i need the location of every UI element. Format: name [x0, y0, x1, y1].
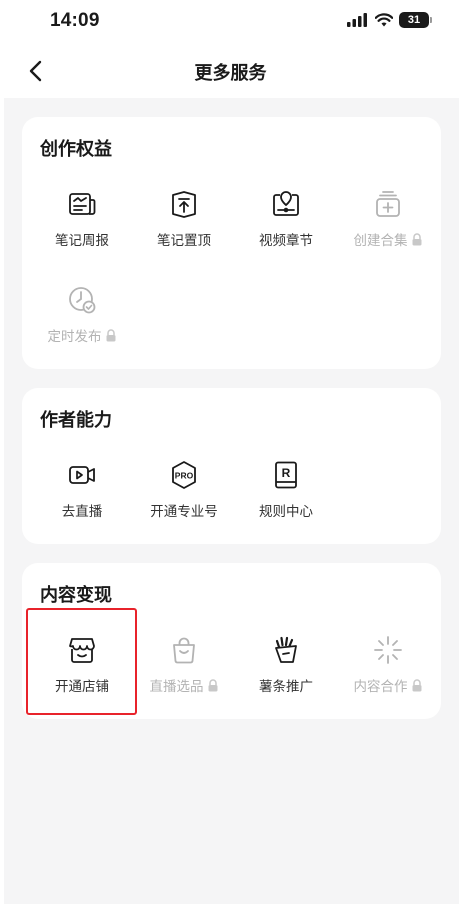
service-item-pin-top[interactable]: 笔记置顶	[132, 189, 236, 269]
scheduled-publish-icon	[69, 287, 96, 314]
service-item-create-collection[interactable]: 创建合集	[336, 189, 440, 269]
service-item-label: 定时发布	[47, 329, 102, 345]
service-item-pro-account[interactable]: PRO 开通专业号	[132, 460, 236, 540]
shop-icon	[69, 638, 95, 663]
video-chapter-icon	[273, 191, 299, 216]
battery-indicator: 31	[399, 12, 432, 28]
service-item-label: 开通店铺	[55, 679, 109, 695]
shopping-bag-icon	[173, 637, 195, 664]
service-item-label: 规则中心	[259, 504, 313, 520]
section-title: 内容变现	[40, 585, 112, 606]
section-card-content-monetization: 内容变现 开通店铺 直播选品 薯条推广 内容合作	[22, 563, 441, 719]
service-item-weekly-report[interactable]: 笔记周报	[30, 189, 134, 269]
service-item-open-shop[interactable]: 开通店铺	[30, 635, 134, 715]
service-item-label: 直播选品	[149, 679, 204, 695]
lock-icon	[412, 232, 421, 245]
status-bar: 14:09 31	[0, 0, 461, 44]
section-title: 创作权益	[40, 139, 112, 160]
lock-icon	[106, 328, 115, 341]
cellular-signal-icon	[347, 13, 367, 27]
service-item-label: 视频章节	[259, 233, 313, 249]
status-time: 14:09	[50, 10, 100, 31]
section-card-creator-benefits: 创作权益 笔记周报 笔记置顶 视频章节 创建合集 定时发布	[22, 117, 441, 369]
service-item-go-live[interactable]: 去直播	[30, 460, 134, 540]
service-item-video-chapter[interactable]: 视频章节	[234, 189, 338, 269]
status-icons: 31	[347, 12, 432, 28]
service-item-label: 薯条推广	[259, 679, 313, 695]
service-item-live-selection[interactable]: 直播选品	[132, 635, 236, 715]
service-item-label: 笔记周报	[55, 233, 109, 249]
live-stream-icon	[69, 466, 95, 484]
main-content: 创作权益 笔记周报 笔记置顶 视频章节 创建合集 定时发布 作者能力 去直播 P…	[4, 98, 459, 904]
section-title: 作者能力	[40, 410, 112, 431]
svg-text:R: R	[282, 466, 291, 480]
service-item-label: 创建合集	[353, 233, 408, 249]
service-item-label: 去直播	[61, 504, 103, 520]
service-item-label: 内容合作	[353, 679, 408, 695]
rules-book-icon: R	[275, 461, 297, 489]
sparkle-collab-icon	[374, 636, 402, 664]
fries-promote-icon	[275, 636, 297, 663]
page-title: 更多服务	[194, 63, 267, 84]
lock-icon	[208, 678, 217, 691]
service-item-rules-center[interactable]: R 规则中心	[234, 460, 338, 540]
service-item-scheduled-publish[interactable]: 定时发布	[30, 285, 134, 365]
weekly-report-icon	[69, 193, 96, 215]
nav-bar: 更多服务	[0, 44, 461, 98]
pin-top-icon	[172, 191, 196, 218]
wifi-icon	[375, 13, 393, 27]
create-collection-icon	[376, 191, 400, 217]
battery-level: 31	[407, 14, 421, 26]
service-item-content-collab[interactable]: 内容合作	[336, 635, 440, 715]
service-item-label: 开通专业号	[150, 504, 218, 520]
svg-text:PRO: PRO	[175, 470, 194, 480]
pro-badge-icon: PRO	[172, 461, 196, 489]
service-item-label: 笔记置顶	[157, 233, 211, 249]
section-card-author-abilities: 作者能力 去直播 PRO 开通专业号 R 规则中心	[22, 388, 441, 544]
service-item-fries-promotion[interactable]: 薯条推广	[234, 635, 338, 715]
lock-icon	[412, 678, 421, 691]
